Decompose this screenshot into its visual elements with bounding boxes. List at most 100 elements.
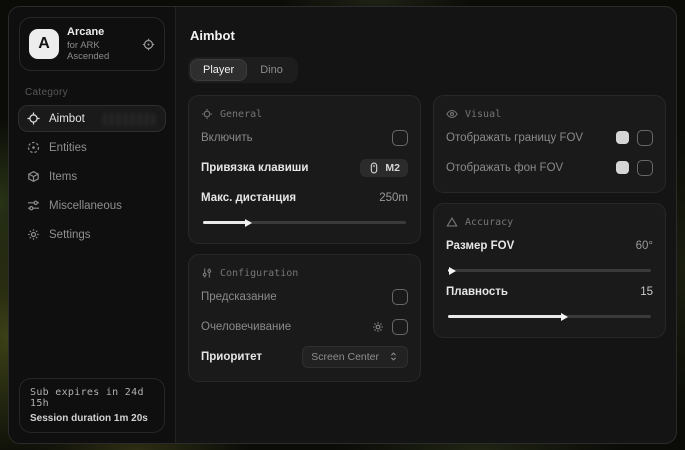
fov-size-row: Размер FOV 60° bbox=[446, 233, 653, 258]
distance-slider-fill bbox=[203, 221, 248, 224]
fov-bg-color-swatch[interactable] bbox=[616, 161, 629, 174]
enable-label: Включить bbox=[201, 132, 253, 144]
sub-expires-text: Sub expires in 24d 15h bbox=[30, 387, 154, 409]
eye-icon bbox=[446, 108, 458, 120]
accuracy-card-header: Accuracy bbox=[446, 214, 653, 228]
visual-card-header: Visual bbox=[446, 106, 653, 120]
subscription-status: Sub expires in 24d 15h Session duration … bbox=[19, 378, 165, 433]
configuration-card-header: Configuration bbox=[201, 265, 408, 279]
enable-row: Включить bbox=[201, 125, 408, 150]
fov-border-row: Отображать границу FOV bbox=[446, 125, 653, 150]
fov-size-slider-thumb[interactable] bbox=[449, 267, 456, 275]
card-grid: General Включить Привязка клавиши bbox=[188, 95, 666, 382]
general-card: General Включить Привязка клавиши bbox=[188, 95, 421, 244]
distance-value: 250m bbox=[379, 192, 408, 204]
enable-checkbox[interactable] bbox=[392, 130, 408, 146]
sidebar-item-items[interactable]: Items bbox=[18, 163, 166, 190]
tab-dino[interactable]: Dino bbox=[248, 60, 295, 80]
package-icon bbox=[27, 170, 40, 183]
app-identity: Arcane for ARK Ascended bbox=[67, 26, 134, 62]
visual-card-title: Visual bbox=[465, 109, 501, 120]
sidebar-item-entities[interactable]: Entities bbox=[18, 134, 166, 161]
fov-size-slider-fill bbox=[448, 269, 452, 272]
sidebar-item-label: Aimbot bbox=[49, 113, 85, 125]
watermark-smudge bbox=[103, 113, 155, 126]
fov-bg-label: Отображать фон FOV bbox=[446, 162, 563, 174]
category-label: Category bbox=[25, 87, 159, 98]
fov-size-slider[interactable] bbox=[448, 269, 651, 272]
main-panel: Aimbot Player Dino General bbox=[176, 7, 677, 443]
distance-row: Макс. дистанция 250m bbox=[201, 185, 408, 210]
prediction-label: Предсказание bbox=[201, 291, 277, 303]
smoothness-slider[interactable] bbox=[448, 315, 651, 318]
fov-size-label: Размер FOV bbox=[446, 240, 514, 252]
smoothness-value: 15 bbox=[640, 286, 653, 298]
keybind-row: Привязка клавиши M2 bbox=[201, 155, 408, 180]
sidebar-item-miscellaneous[interactable]: Miscellaneous bbox=[18, 192, 166, 219]
distance-slider[interactable] bbox=[203, 221, 406, 224]
distance-label: Макс. дистанция bbox=[201, 192, 296, 204]
keybind-button[interactable]: M2 bbox=[360, 159, 408, 177]
prediction-row: Предсказание bbox=[201, 284, 408, 309]
logo-card: A Arcane for ARK Ascended bbox=[19, 17, 165, 71]
accuracy-card-title: Accuracy bbox=[465, 217, 513, 228]
smoothness-label: Плавность bbox=[446, 286, 508, 298]
tab-bar: Player Dino bbox=[188, 57, 298, 83]
priority-row: Приоритет Screen Center bbox=[201, 344, 408, 369]
fov-border-controls bbox=[616, 130, 653, 146]
target-icon[interactable] bbox=[142, 38, 155, 51]
gear-icon bbox=[27, 228, 40, 241]
sidebar-item-settings[interactable]: Settings bbox=[18, 221, 166, 248]
humanize-checkbox[interactable] bbox=[392, 319, 408, 335]
sidebar-item-label: Entities bbox=[49, 142, 87, 154]
fov-bg-controls bbox=[616, 160, 653, 176]
fov-border-color-swatch[interactable] bbox=[616, 131, 629, 144]
configuration-card: Configuration Предсказание Очеловечивани… bbox=[188, 254, 421, 382]
app-subtitle: for ARK Ascended bbox=[67, 40, 134, 62]
sliders-icon bbox=[27, 199, 40, 212]
smoothness-slider-fill bbox=[448, 315, 564, 318]
scan-icon bbox=[201, 108, 213, 120]
radar-icon bbox=[27, 141, 40, 154]
left-column: General Включить Привязка клавиши bbox=[188, 95, 421, 382]
sidebar-item-label: Items bbox=[49, 171, 77, 183]
sidebar: A Arcane for ARK Ascended Category bbox=[9, 7, 176, 443]
sidebar-nav: Aimbot Entities Items bbox=[9, 105, 175, 250]
keybind-value: M2 bbox=[385, 162, 400, 174]
fov-bg-checkbox[interactable] bbox=[637, 160, 653, 176]
prediction-checkbox[interactable] bbox=[392, 289, 408, 305]
mouse-icon bbox=[368, 162, 380, 174]
sidebar-item-label: Miscellaneous bbox=[49, 200, 122, 212]
fov-size-value: 60° bbox=[636, 240, 653, 252]
general-card-title: General bbox=[220, 109, 262, 120]
app-window: A Arcane for ARK Ascended Category bbox=[8, 6, 677, 444]
crosshair-icon bbox=[27, 112, 40, 125]
keybind-label: Привязка клавиши bbox=[201, 162, 308, 174]
sidebar-item-label: Settings bbox=[49, 229, 91, 241]
fov-bg-row: Отображать фон FOV bbox=[446, 155, 653, 180]
triangle-icon bbox=[446, 216, 458, 228]
visual-card: Visual Отображать границу FOV Отображать… bbox=[433, 95, 666, 193]
page-title: Aimbot bbox=[190, 28, 664, 43]
humanize-gear-icon[interactable] bbox=[372, 321, 384, 333]
fov-border-checkbox[interactable] bbox=[637, 130, 653, 146]
smoothness-slider-thumb[interactable] bbox=[561, 313, 568, 321]
humanize-label: Очеловечивание bbox=[201, 321, 291, 333]
humanize-row: Очеловечивание bbox=[201, 314, 408, 339]
priority-value: Screen Center bbox=[311, 351, 379, 363]
priority-dropdown[interactable]: Screen Center bbox=[302, 346, 408, 368]
vertical-sliders-icon bbox=[201, 267, 213, 279]
sidebar-item-aimbot[interactable]: Aimbot bbox=[18, 105, 166, 132]
general-card-header: General bbox=[201, 106, 408, 120]
priority-label: Приоритет bbox=[201, 351, 262, 363]
app-name: Arcane bbox=[67, 26, 134, 38]
tab-player[interactable]: Player bbox=[191, 60, 246, 80]
humanize-controls bbox=[372, 319, 408, 335]
fov-border-label: Отображать границу FOV bbox=[446, 132, 583, 144]
app-logo: A bbox=[29, 29, 59, 59]
session-duration-text: Session duration 1m 20s bbox=[30, 413, 154, 424]
accuracy-card: Accuracy Размер FOV 60° Плавность 15 bbox=[433, 203, 666, 338]
right-column: Visual Отображать границу FOV Отображать… bbox=[433, 95, 666, 338]
distance-slider-thumb[interactable] bbox=[245, 219, 252, 227]
configuration-card-title: Configuration bbox=[220, 268, 298, 279]
